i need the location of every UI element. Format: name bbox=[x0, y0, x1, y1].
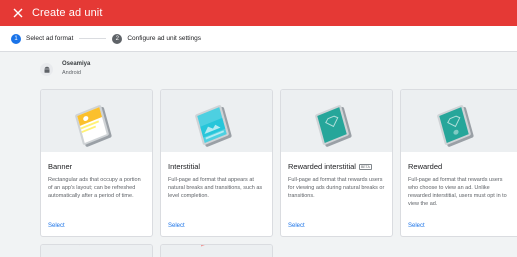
stepper: 1 Select ad format 2 Configure ad unit s… bbox=[0, 26, 517, 52]
beta-badge: BETA bbox=[358, 163, 372, 170]
rewarded-interstitial-illustration bbox=[281, 90, 392, 152]
step-number: 2 bbox=[112, 33, 123, 44]
select-interstitial-button[interactable]: Select bbox=[168, 223, 185, 229]
format-name: Rewarded bbox=[408, 162, 443, 171]
format-card-partial[interactable] bbox=[160, 244, 273, 257]
format-illustration bbox=[161, 245, 272, 257]
format-name: Banner bbox=[48, 162, 73, 171]
step-select-format[interactable]: 1 Select ad format bbox=[11, 33, 74, 44]
select-banner-button[interactable]: Select bbox=[48, 223, 65, 229]
format-card-rewarded-interstitial[interactable]: Rewarded interstitial BETA Full-page ad … bbox=[280, 89, 393, 237]
banner-illustration bbox=[41, 90, 152, 152]
rewarded-illustration bbox=[401, 90, 517, 152]
step-label: Select ad format bbox=[26, 35, 74, 42]
format-card-banner[interactable]: Banner Rectangular ads that occupy a por… bbox=[40, 89, 153, 237]
step-configure-settings[interactable]: 2 Configure ad unit settings bbox=[112, 33, 202, 44]
step-divider bbox=[79, 38, 107, 39]
format-card-partial[interactable] bbox=[40, 244, 153, 257]
format-card-interstitial[interactable]: Interstitial Full-page ad format that ap… bbox=[160, 89, 273, 237]
format-name: Interstitial bbox=[168, 162, 201, 171]
step-number: 1 bbox=[11, 33, 21, 44]
format-description: Full-page ad format that rewards users f… bbox=[288, 177, 385, 199]
header-bar: Create ad unit bbox=[0, 0, 517, 26]
format-name: Rewarded interstitial bbox=[288, 162, 356, 171]
select-rewarded-interstitial-button[interactable]: Select bbox=[288, 223, 305, 229]
format-description: Full-page ad format that rewards users w… bbox=[408, 177, 507, 207]
format-description: Full-page ad format that appears at natu… bbox=[168, 177, 263, 199]
format-description: Rectangular ads that occupy a portion of… bbox=[48, 177, 141, 199]
app-name: Oseamiya bbox=[62, 61, 91, 67]
android-icon bbox=[40, 63, 53, 76]
interstitial-illustration bbox=[161, 90, 272, 152]
page-title: Create ad unit bbox=[32, 7, 103, 19]
select-rewarded-button[interactable]: Select bbox=[408, 223, 425, 229]
close-icon[interactable] bbox=[12, 7, 24, 19]
app-info: Oseamiya Android bbox=[40, 60, 90, 77]
format-card-rewarded[interactable]: Rewarded Full-page ad format that reward… bbox=[400, 89, 517, 237]
step-label: Configure ad unit settings bbox=[127, 35, 202, 42]
app-platform: Android bbox=[62, 70, 81, 76]
format-illustration bbox=[41, 245, 152, 257]
